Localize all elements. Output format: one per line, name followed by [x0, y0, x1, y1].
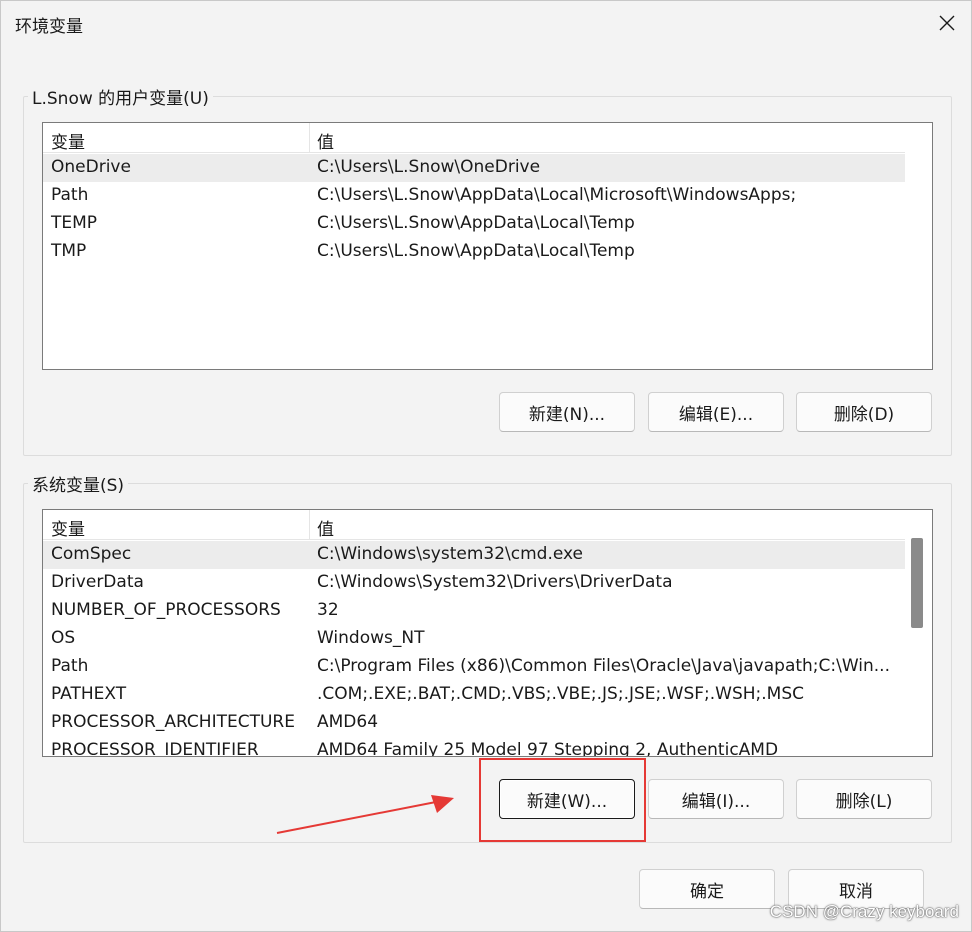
variable-value: Windows_NT [317, 628, 425, 648]
variable-value: C:\Users\L.Snow\AppData\Local\Microsoft\… [317, 185, 797, 205]
variable-name: TMP [51, 241, 87, 261]
variable-value: C:\Windows\system32\cmd.exe [317, 544, 584, 564]
variable-value: AMD64 Family 25 Model 97 Stepping 2, Aut… [317, 740, 779, 757]
list-header: 变量 值 [43, 123, 905, 153]
vertical-scrollbar-thumb[interactable] [911, 538, 923, 628]
table-row[interactable]: Path C:\Program Files (x86)\Common Files… [43, 653, 905, 681]
column-header-name[interactable]: 变量 [51, 515, 85, 540]
table-row[interactable]: TEMP C:\Users\L.Snow\AppData\Local\Temp [43, 210, 905, 238]
table-row[interactable]: OS Windows_NT [43, 625, 905, 653]
variable-name: Path [51, 185, 89, 205]
column-header-name[interactable]: 变量 [51, 128, 85, 153]
user-variables-legend: L.Snow 的用户变量(U) [32, 89, 209, 109]
column-header-value[interactable]: 值 [317, 515, 334, 540]
watermark: CSDN @Crazy keyboard [769, 902, 959, 921]
table-row[interactable]: OneDrive C:\Users\L.Snow\OneDrive [43, 154, 905, 182]
variable-value: C:\Windows\System32\Drivers\DriverData [317, 572, 673, 592]
table-row[interactable]: Path C:\Users\L.Snow\AppData\Local\Micro… [43, 182, 905, 210]
variable-name: TEMP [51, 213, 98, 233]
user-variables-list[interactable]: 变量 值 OneDrive C:\Users\L.Snow\OneDrive P… [42, 122, 933, 370]
variable-value: .COM;.EXE;.BAT;.CMD;.VBS;.VBE;.JS;.JSE;.… [317, 684, 805, 704]
variable-value: C:\Program Files (x86)\Common Files\Orac… [317, 656, 890, 676]
system-edit-button[interactable]: 编辑(I)... [648, 779, 784, 819]
ok-button[interactable]: 确定 [639, 869, 775, 909]
system-variables-legend: 系统变量(S) [32, 476, 125, 496]
variable-value: C:\Users\L.Snow\OneDrive [317, 157, 541, 177]
user-delete-button[interactable]: 删除(D) [796, 392, 932, 432]
variable-value: C:\Users\L.Snow\AppData\Local\Temp [317, 213, 635, 233]
environment-variables-dialog: 环境变量 L.Snow 的用户变量(U) 变量 值 OneDrive C:\Us… [0, 0, 972, 932]
table-row[interactable]: ComSpec C:\Windows\system32\cmd.exe [43, 541, 905, 569]
table-row[interactable]: NUMBER_OF_PROCESSORS 32 [43, 597, 905, 625]
red-arrow-icon [276, 795, 454, 834]
variable-name: PATHEXT [51, 684, 127, 704]
variable-name: OS [51, 628, 76, 648]
column-divider[interactable] [309, 510, 310, 540]
variable-value: 32 [317, 600, 339, 620]
variable-value: AMD64 [317, 712, 379, 732]
table-row[interactable]: TMP C:\Users\L.Snow\AppData\Local\Temp [43, 238, 905, 266]
variable-name: PROCESSOR_IDENTIFIER [51, 740, 259, 757]
window-title: 环境变量 [15, 17, 83, 37]
column-divider[interactable] [309, 123, 310, 153]
variable-value: C:\Users\L.Snow\AppData\Local\Temp [317, 241, 635, 261]
variable-name: PROCESSOR_ARCHITECTURE [51, 712, 295, 732]
system-variables-list[interactable]: 变量 值 ComSpec C:\Windows\system32\cmd.exe… [42, 509, 933, 757]
table-row[interactable]: PROCESSOR_ARCHITECTURE AMD64 [43, 709, 905, 737]
variable-name: DriverData [51, 572, 144, 592]
red-highlight-box [479, 758, 646, 842]
close-button[interactable] [923, 1, 971, 45]
variable-name: Path [51, 656, 89, 676]
close-icon [939, 15, 955, 31]
table-row[interactable]: PROCESSOR_IDENTIFIER AMD64 Family 25 Mod… [43, 737, 905, 757]
variable-name: OneDrive [51, 157, 131, 177]
user-new-button[interactable]: 新建(N)... [499, 392, 635, 432]
system-delete-button[interactable]: 删除(L) [796, 779, 932, 819]
user-edit-button[interactable]: 编辑(E)... [648, 392, 784, 432]
variable-name: NUMBER_OF_PROCESSORS [51, 600, 281, 620]
table-row[interactable]: PATHEXT .COM;.EXE;.BAT;.CMD;.VBS;.VBE;.J… [43, 681, 905, 709]
variable-name: ComSpec [51, 544, 132, 564]
table-row[interactable]: DriverData C:\Windows\System32\Drivers\D… [43, 569, 905, 597]
list-header: 变量 值 [43, 510, 905, 540]
column-header-value[interactable]: 值 [317, 128, 334, 153]
